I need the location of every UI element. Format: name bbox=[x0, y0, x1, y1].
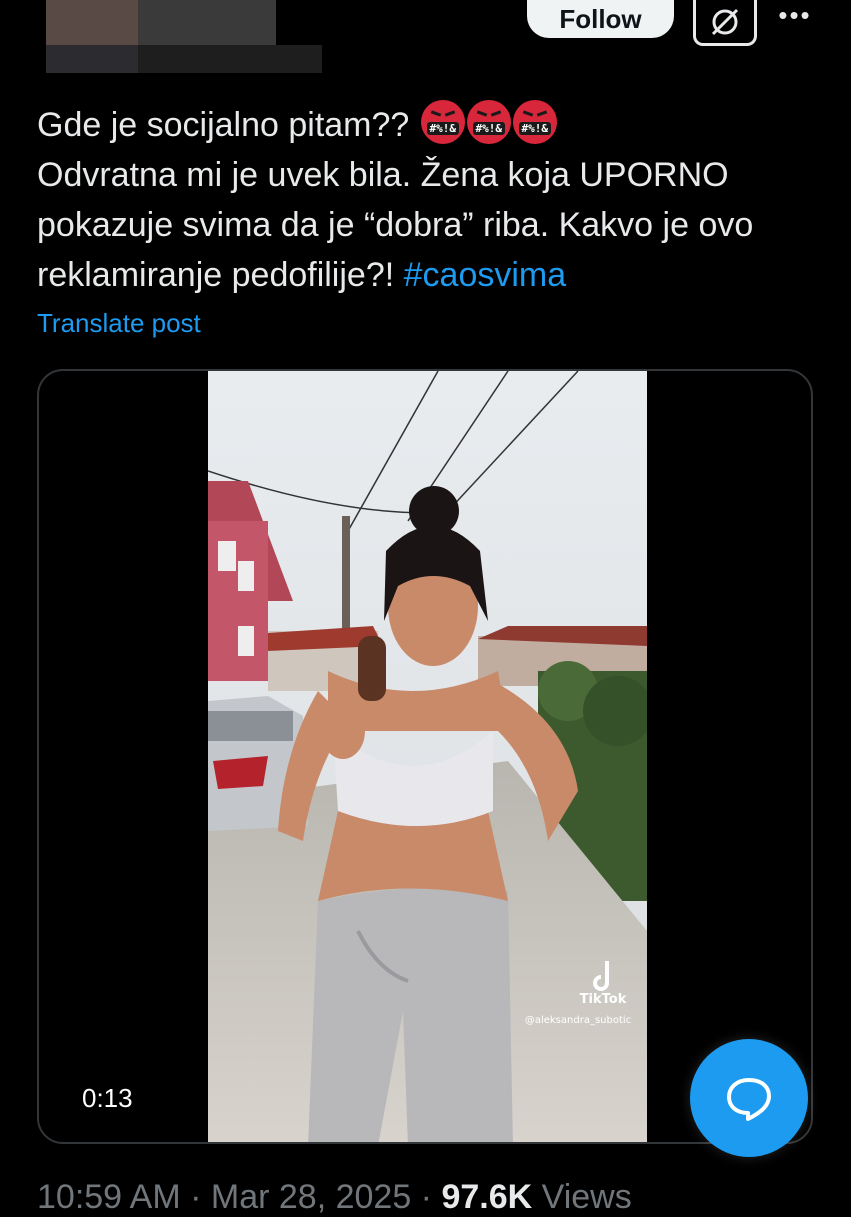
tiktok-watermark-text: TikTok bbox=[580, 992, 627, 1007]
grok-slash-icon bbox=[711, 8, 739, 35]
post-line-1-text: Gde je socijalno pitam?? bbox=[37, 106, 410, 144]
post-line-1: Gde je socijalno pitam?? #%!& #%!& #%!& bbox=[37, 100, 827, 150]
post-body: Gde je socijalno pitam?? #%!& #%!& #%!& Od… bbox=[37, 100, 827, 300]
translate-post-link[interactable]: Translate post bbox=[37, 308, 201, 339]
tiktok-handle-text: @aleksandra_subotic bbox=[525, 1015, 631, 1026]
video-frame-illustration: TikTok @aleksandra_subotic bbox=[208, 371, 647, 1142]
post-metadata: 10:59 AM · Mar 28, 2025 · 97.6K Views bbox=[37, 1178, 632, 1216]
post-time: 10:59 AM bbox=[37, 1178, 181, 1216]
post-line-4: reklamiranje pedofilije?! #caosvima bbox=[37, 250, 827, 300]
video-card[interactable]: TikTok @aleksandra_subotic 0:13 bbox=[37, 369, 813, 1144]
hashtag-link[interactable]: #caosvima bbox=[404, 256, 567, 294]
post-line-3: pokazuje svima da je “dobra” riba. Kakvo… bbox=[37, 206, 754, 244]
post-line-2: Odvratna mi je uvek bila. Žena koja UPOR… bbox=[37, 156, 729, 194]
views-count: 97.6K bbox=[441, 1178, 533, 1216]
cursing-face-emoji-icon: #%!& bbox=[512, 100, 557, 144]
video-duration: 0:13 bbox=[82, 1083, 133, 1113]
more-dots-icon[interactable]: ••• bbox=[775, 0, 815, 30]
reply-fab-button[interactable] bbox=[690, 1039, 808, 1157]
follow-button[interactable]: Follow bbox=[527, 0, 674, 38]
post-line-4-text: reklamiranje pedofilije?! bbox=[37, 256, 395, 294]
post-date: Mar 28, 2025 bbox=[210, 1178, 412, 1216]
cursing-face-emoji-icon: #%!& bbox=[466, 100, 511, 144]
video-player[interactable]: TikTok @aleksandra_subotic bbox=[208, 371, 647, 1142]
grok-button[interactable] bbox=[693, 0, 757, 46]
cursing-face-emoji-icon: #%!& bbox=[420, 100, 465, 144]
speech-bubble-icon bbox=[727, 1078, 771, 1121]
views-label: Views bbox=[541, 1178, 632, 1216]
